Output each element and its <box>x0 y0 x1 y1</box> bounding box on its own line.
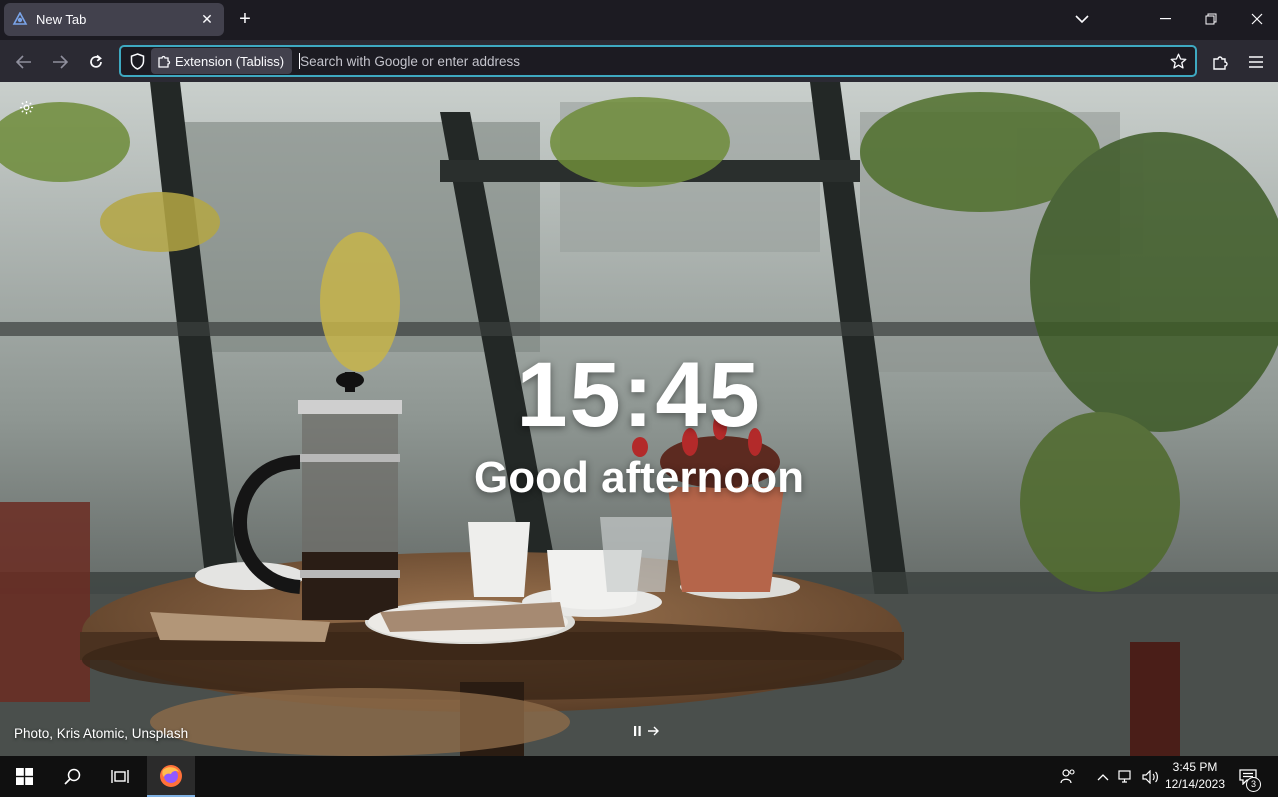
tab-title: New Tab <box>36 12 87 27</box>
extension-identity-label: Extension (Tabliss) <box>175 53 285 69</box>
firefox-taskbar-icon[interactable] <box>147 756 195 797</box>
windows-start-icon[interactable] <box>0 756 48 797</box>
close-tab-icon[interactable]: ✕ <box>198 11 216 28</box>
search-icon[interactable] <box>48 756 96 797</box>
extensions-puzzle-icon[interactable] <box>1206 48 1234 76</box>
show-hidden-icons-chevron-icon[interactable] <box>1094 756 1112 797</box>
tabliss-icon <box>12 11 28 28</box>
system-date: 12/14/2023 <box>1164 777 1226 791</box>
url-input[interactable] <box>294 47 1164 75</box>
time-widget: 15:45 <box>516 344 762 446</box>
forward-arrow-icon[interactable] <box>46 48 74 76</box>
settings-gear-icon[interactable] <box>17 98 35 116</box>
photo-credit-link[interactable]: Photo, Kris Atomic, Unsplash <box>14 726 188 741</box>
tab-strip: New Tab ✕ + <box>0 0 1278 40</box>
windows-taskbar: 3:45 PM 12/14/2023 3 <box>0 756 1278 797</box>
address-bar[interactable]: Extension (Tabliss) <box>119 45 1197 77</box>
next-background-arrow-icon[interactable] <box>648 726 660 736</box>
new-tab-page: 15:45 Good afternoon Photo, Kris Atomic,… <box>0 82 1278 756</box>
notification-count-badge: 3 <box>1246 777 1261 792</box>
restore-button[interactable] <box>1188 0 1234 38</box>
tracking-protection-shield-icon[interactable] <box>123 47 151 75</box>
background-controls <box>633 726 660 736</box>
task-view-icon[interactable] <box>96 756 144 797</box>
navigation-toolbar: Extension (Tabliss) <box>0 40 1278 82</box>
back-arrow-icon[interactable] <box>10 48 38 76</box>
minimize-button[interactable] <box>1142 0 1188 38</box>
pause-icon[interactable] <box>633 726 642 736</box>
hamburger-menu-icon[interactable] <box>1242 48 1270 76</box>
network-icon[interactable] <box>1116 756 1136 797</box>
bookmark-star-icon[interactable] <box>1164 47 1192 75</box>
greeting-widget: Good afternoon <box>474 453 804 502</box>
reload-icon[interactable] <box>82 48 110 76</box>
tab-new-tab[interactable]: New Tab ✕ <box>4 3 224 36</box>
system-clock[interactable]: 3:45 PM 12/14/2023 <box>1162 759 1228 793</box>
system-time: 3:45 PM <box>1172 760 1218 774</box>
extension-identity-chip[interactable]: Extension (Tabliss) <box>151 48 293 74</box>
puzzle-piece-icon <box>157 54 171 68</box>
action-center-notification-icon[interactable] <box>1234 756 1262 797</box>
new-tab-button[interactable]: + <box>233 6 257 32</box>
people-icon[interactable] <box>1056 756 1080 797</box>
close-window-button[interactable] <box>1234 0 1278 38</box>
volume-icon[interactable] <box>1139 756 1161 797</box>
list-all-tabs-chevron-icon[interactable] <box>1070 6 1094 32</box>
